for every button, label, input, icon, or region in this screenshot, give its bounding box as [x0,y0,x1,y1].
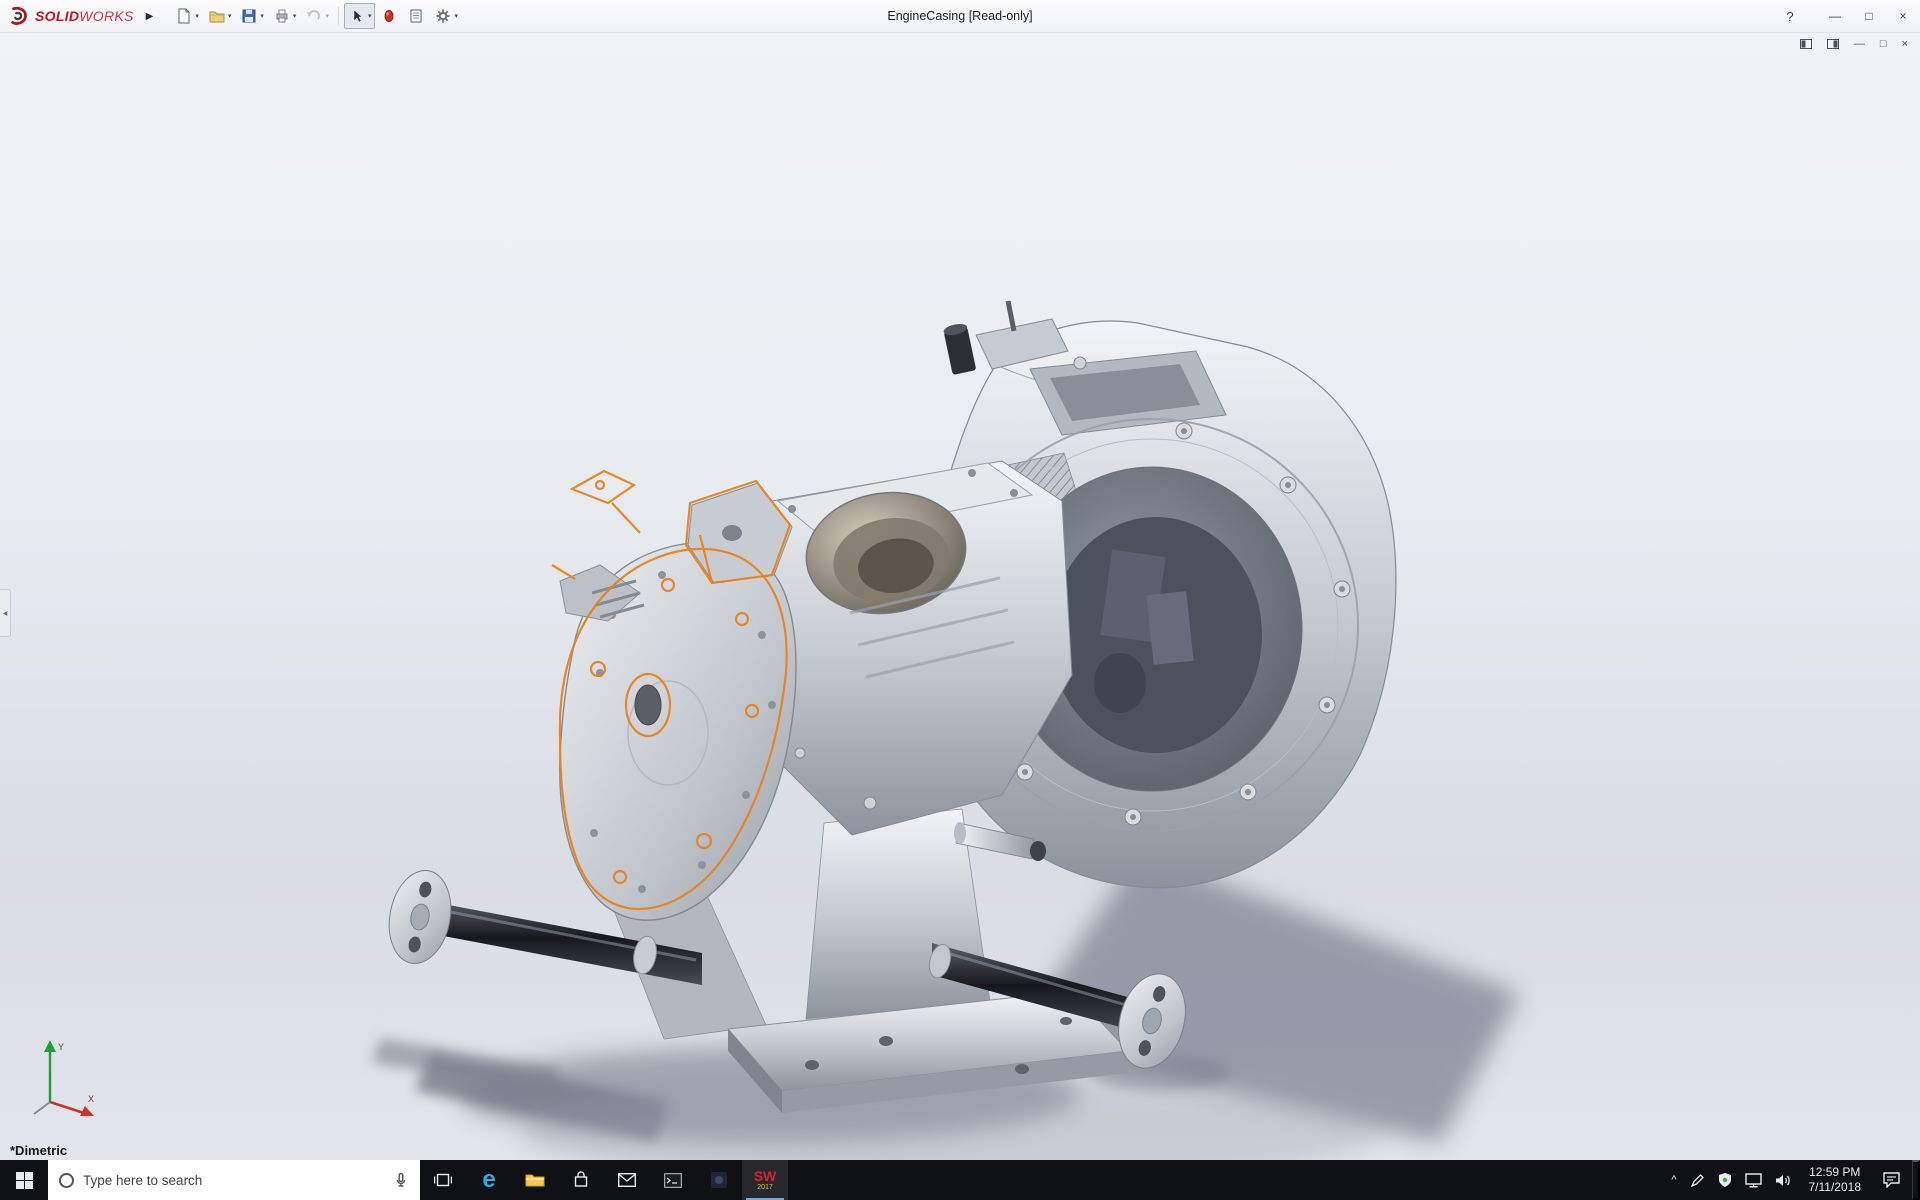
dropdown-caret[interactable]: ▾ [454,12,458,20]
child-close-button[interactable]: × [1902,38,1908,50]
store-button[interactable] [558,1160,604,1200]
appearance-button[interactable] [376,3,402,29]
clock-time: 12:59 PM [1809,1165,1861,1179]
undo-icon [307,10,321,20]
dropdown-caret[interactable]: ▾ [293,12,297,20]
print-icon [276,9,288,23]
mail-button[interactable] [604,1160,650,1200]
dock-pane-right-button[interactable] [1826,39,1839,49]
menu-bar: SOLIDWORKS ▶ ▾ ▾ ▾ ▾ ▾ ▾ ▾ EngineCasing … [0,0,1920,33]
top-fitting [943,323,976,375]
ds-logo-icon [11,6,27,25]
document-window-controls: — □ × [1799,38,1908,50]
save-button[interactable]: ▾ [236,3,268,29]
solidworks-app-icon: SW 2017 [754,1169,777,1191]
quick-access-toolbar: ▾ ▾ ▾ ▾ ▾ ▾ ▾ [171,3,462,29]
task-view-icon [434,1173,452,1187]
menu-flyout-button[interactable]: ▶ [140,7,160,26]
pen-icon [1690,1173,1704,1187]
window-controls: ? — □ × [1776,0,1920,32]
open-button[interactable]: ▾ [204,3,236,29]
taskbar-search[interactable] [48,1160,420,1200]
view-orientation-label: *Dimetric [10,1143,68,1158]
dock-pane-left-icon [1799,39,1812,49]
clock-date: 7/11/2018 [1808,1180,1862,1194]
dock-pane-left-button[interactable] [1799,39,1812,49]
mail-icon [618,1173,636,1187]
edge-icon: e [482,1166,496,1193]
action-center-icon [1882,1172,1900,1188]
new-document-button[interactable]: ▾ [171,3,203,29]
pen-settings-button[interactable] [1690,1173,1705,1188]
hidden-icons-button[interactable]: ^ [1671,1174,1676,1186]
solidworks-logo: SOLIDWORKS [0,5,140,27]
network-icon [1744,1172,1762,1188]
dock-pane-right-icon [1826,39,1839,49]
show-desktop-button[interactable] [1912,1160,1920,1200]
brand-works: WORKS [79,8,134,24]
open-folder-icon [209,11,225,23]
start-button[interactable] [0,1160,48,1200]
print-button[interactable]: ▾ [269,3,301,29]
options-button[interactable]: ▾ [430,3,462,29]
store-icon [574,1171,588,1187]
volume-button[interactable] [1775,1173,1792,1188]
save-icon [242,9,256,23]
dark-app-button[interactable] [696,1160,742,1200]
maximize-button[interactable]: □ [1852,0,1886,32]
chevron-up-icon: ^ [1671,1174,1677,1186]
search-input[interactable] [83,1172,384,1188]
child-minimize-button[interactable]: — [1854,38,1865,50]
file-explorer-button[interactable] [512,1160,558,1200]
action-center-button[interactable] [1870,1160,1912,1200]
security-button[interactable] [1718,1172,1732,1188]
select-tool-button[interactable]: ▾ [343,3,376,29]
close-button[interactable]: × [1886,0,1920,32]
dropdown-caret[interactable]: ▾ [228,12,232,20]
panel-collapse-tab[interactable]: ◀ [0,589,11,637]
new-document-icon [178,8,190,24]
shield-icon [1718,1173,1731,1187]
taskbar-clock[interactable]: 12:59 PM 7/11/2018 [1800,1160,1871,1200]
task-view-button[interactable] [420,1160,466,1200]
graphics-area[interactable]: — □ × ◀ Y X *Dimetric [0,33,1920,1160]
system-tray: ^ [1663,1160,1799,1200]
help-button[interactable]: ? [1776,0,1804,32]
volume-icon [1775,1174,1790,1186]
command-prompt-button[interactable] [650,1160,696,1200]
toolbar-separator [337,7,339,25]
triad-y-label: Y [58,1042,64,1052]
network-button[interactable] [1744,1172,1762,1188]
dropdown-caret[interactable]: ▾ [195,12,199,20]
sw-badge-text: SW [753,1168,777,1184]
command-prompt-icon [664,1172,682,1188]
triad-x-label: X [88,1094,94,1104]
brand-name: SOLIDWORKS [35,8,134,24]
file-explorer-icon [525,1174,545,1187]
engine-casing-model[interactable] [0,33,1920,1160]
windows-logo-icon [15,1171,33,1189]
appearance-icon [384,10,394,22]
windows-taskbar: e SW 2017 [0,1160,1920,1200]
sw-badge-year: 2017 [757,1184,773,1191]
select-cursor-icon [353,9,363,23]
document-title: EngineCasing [Read-only] [887,9,1033,23]
orientation-triad: Y X [33,1040,94,1116]
search-circle-icon [59,1172,74,1188]
brand-solid: SOLID [35,8,80,24]
gear-icon [436,9,450,23]
dropdown-caret[interactable]: ▾ [325,12,329,20]
sheet-properties-button[interactable] [403,3,429,29]
dropdown-caret[interactable]: ▾ [368,12,372,20]
solidworks-taskbar-button[interactable]: SW 2017 [742,1160,788,1200]
minimize-button[interactable]: — [1818,0,1852,32]
undo-button[interactable]: ▾ [301,3,333,29]
microphone-button[interactable] [393,1172,409,1188]
child-restore-button[interactable]: □ [1880,38,1887,50]
sheet-icon [410,9,422,23]
dropdown-caret[interactable]: ▾ [260,12,264,20]
microphone-icon [396,1172,406,1187]
edge-button[interactable]: e [466,1160,512,1200]
dark-app-icon [711,1172,727,1188]
